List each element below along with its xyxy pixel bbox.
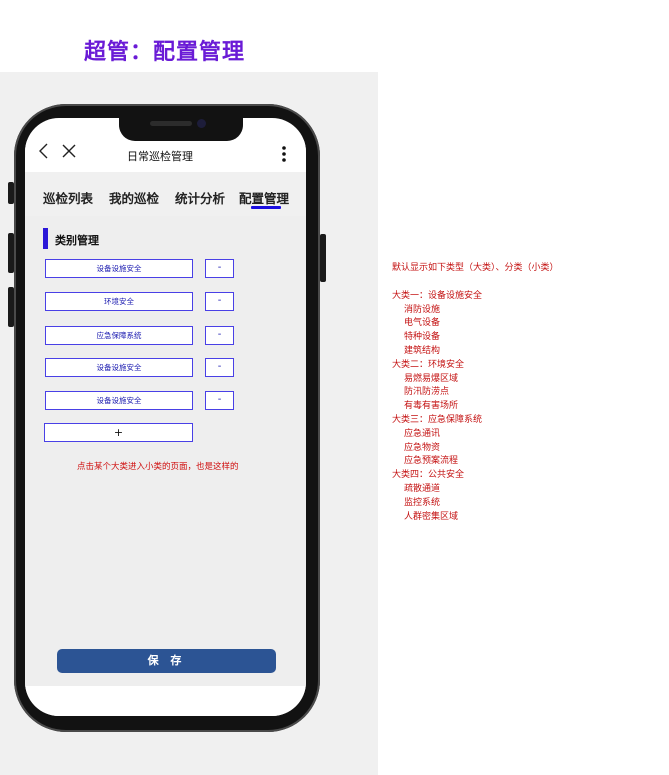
category-item[interactable]: 设备设施安全 — [45, 358, 193, 377]
note-subcategory: 消防设施 — [404, 304, 441, 315]
remove-category-button[interactable]: - — [205, 358, 234, 377]
category-item[interactable]: 应急保障系统 — [45, 326, 193, 345]
close-icon[interactable] — [61, 142, 77, 160]
phone-power-button — [320, 234, 326, 282]
page-title: 超管：配置管理 — [84, 40, 246, 65]
note-subcategory: 防汛防涝点 — [404, 387, 450, 398]
screen-bottom — [25, 686, 306, 716]
note-subcategory: 电气设备 — [404, 318, 441, 329]
notes-list: 大类一：设备设施安全消防设施电气设备特种设备建筑结构大类二：环境安全 易燃易爆区域… — [392, 290, 652, 525]
tab-inspection-list[interactable]: 巡检列表 — [43, 188, 93, 207]
category-item[interactable]: 设备设施安全 — [45, 259, 193, 278]
save-button[interactable]: 保 存 — [57, 649, 276, 673]
remove-category-button[interactable]: - — [205, 292, 234, 311]
note-subcategory: 应急预案流程 — [404, 456, 459, 467]
note-category: 大类二：环境安全 — [392, 359, 465, 370]
remove-category-button[interactable]: - — [205, 326, 234, 345]
note-subcategory: 建筑结构 — [404, 345, 441, 356]
active-tab-indicator — [251, 206, 281, 209]
note-category: 大类一：设备设施安全 — [392, 290, 483, 301]
phone-speaker — [150, 121, 192, 126]
note-category: 大类三：应急保障系统 — [392, 414, 483, 425]
category-item[interactable]: 设备设施安全 — [45, 391, 193, 410]
tab-statistics[interactable]: 统计分析 — [175, 188, 225, 207]
note-subcategory: 应急物资 — [404, 442, 441, 453]
section-marker — [43, 228, 48, 249]
hint-text: 点击某个大类进入小类的页面，也是这样的 — [77, 462, 239, 472]
note-subcategory: 监控系统 — [404, 497, 441, 508]
notes-intro: 默认显示如下类型（大类）、分类（小类） — [392, 263, 559, 273]
back-icon[interactable] — [37, 142, 51, 160]
phone-screen: 日常巡检管理 巡检列表 我的巡检 统计分析 配置管理 类别管理 设备设施安全 -… — [25, 118, 306, 716]
phone-camera — [197, 119, 206, 128]
note-subcategory: 有毒有害场所 — [404, 401, 459, 412]
section-title: 类别管理 — [55, 234, 99, 247]
tab-my-inspection[interactable]: 我的巡检 — [109, 188, 159, 207]
note-subcategory: 应急通讯 — [404, 428, 441, 439]
note-subcategory: 易燃易爆区域 — [404, 373, 459, 384]
app-title: 日常巡检管理 — [127, 150, 193, 163]
tab-config-management[interactable]: 配置管理 — [239, 188, 289, 207]
category-item[interactable]: 环境安全 — [45, 292, 193, 311]
more-icon[interactable] — [280, 145, 288, 163]
remove-category-button[interactable]: - — [205, 391, 234, 410]
phone-notch — [119, 115, 243, 141]
notes-panel: 默认显示如下类型（大类）、分类（小类） 大类一：设备设施安全消防设施电气设备特种… — [392, 262, 652, 524]
note-subcategory: 疏散通道 — [404, 483, 441, 494]
remove-category-button[interactable]: - — [205, 259, 234, 278]
note-category: 大类四：公共安全 — [392, 470, 465, 481]
note-subcategory: 人群密集区域 — [404, 511, 459, 522]
add-category-button[interactable]: + — [44, 423, 193, 442]
note-subcategory: 特种设备 — [404, 332, 441, 343]
content-area — [25, 216, 306, 686]
